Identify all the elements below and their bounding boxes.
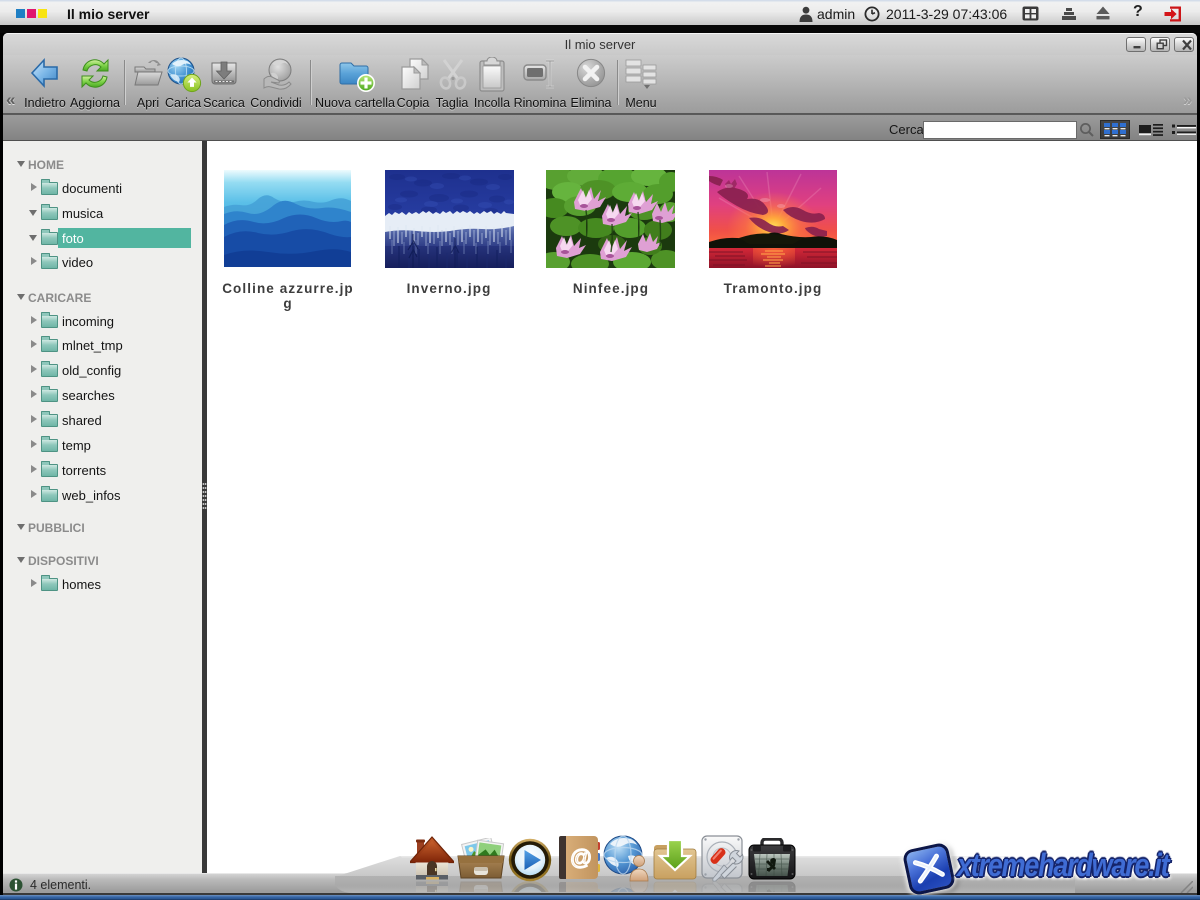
svg-text:@: @ bbox=[570, 845, 592, 870]
svg-text:@: @ bbox=[570, 891, 592, 892]
